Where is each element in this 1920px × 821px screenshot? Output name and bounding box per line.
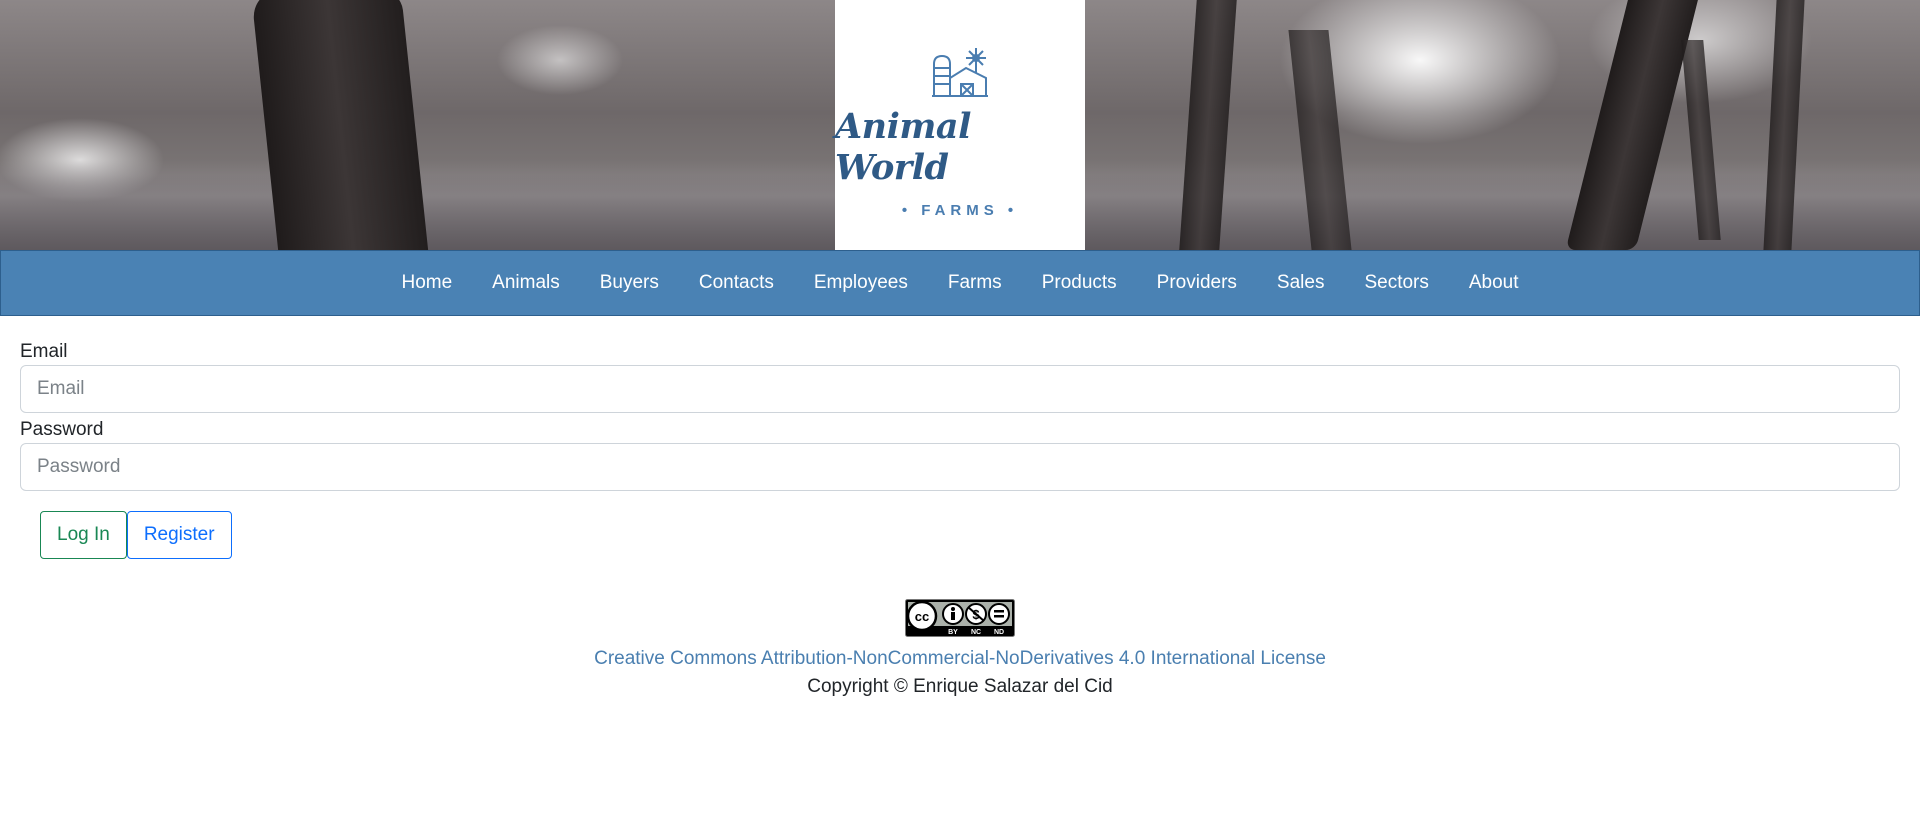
nav-item-sectors[interactable]: Sectors [1344, 251, 1448, 315]
farm-barn-icon [932, 48, 988, 97]
password-label: Password [20, 419, 104, 440]
nav-item-products[interactable]: Products [1022, 251, 1137, 315]
copyright-text: Copyright © Enrique Salazar del Cid [807, 676, 1113, 697]
main-navbar: Home Animals Buyers Contacts Employees F… [0, 250, 1920, 316]
nav-item-farms[interactable]: Farms [928, 251, 1022, 315]
badge-nd: ND [994, 629, 1004, 636]
nav-item-employees[interactable]: Employees [794, 251, 928, 315]
page-footer: cc $ BY NC ND Creative Commons Attributi… [0, 599, 1920, 698]
site-logo: Animal World • FARMS • [835, 0, 1085, 250]
tree-trunk [250, 0, 430, 250]
nav-item-providers[interactable]: Providers [1137, 251, 1257, 315]
badge-nc: NC [971, 629, 981, 636]
nav-item-about[interactable]: About [1449, 251, 1539, 315]
nav-item-animals[interactable]: Animals [472, 251, 580, 315]
svg-text:cc: cc [915, 609, 929, 624]
nav-item-home[interactable]: Home [381, 251, 472, 315]
header-banner: Animal World • FARMS • [0, 0, 1920, 250]
nav-item-contacts[interactable]: Contacts [679, 251, 794, 315]
nav-item-sales[interactable]: Sales [1257, 251, 1345, 315]
cc-license-badge-icon[interactable]: cc $ BY NC ND [905, 599, 1015, 637]
login-form: Email Password Log In Register [0, 341, 1920, 559]
password-field[interactable] [20, 443, 1900, 491]
logo-subtitle: • FARMS • [901, 202, 1019, 219]
nav-item-buyers[interactable]: Buyers [580, 251, 679, 315]
email-label: Email [20, 341, 68, 362]
register-button[interactable]: Register [126, 511, 232, 559]
logo-title: Animal World [835, 106, 971, 188]
license-link[interactable]: Creative Commons Attribution-NonCommerci… [0, 648, 1920, 670]
login-button[interactable]: Log In [40, 511, 127, 559]
form-buttons: Log In Register [40, 511, 1900, 559]
badge-by: BY [948, 629, 958, 636]
email-field[interactable] [20, 365, 1900, 413]
